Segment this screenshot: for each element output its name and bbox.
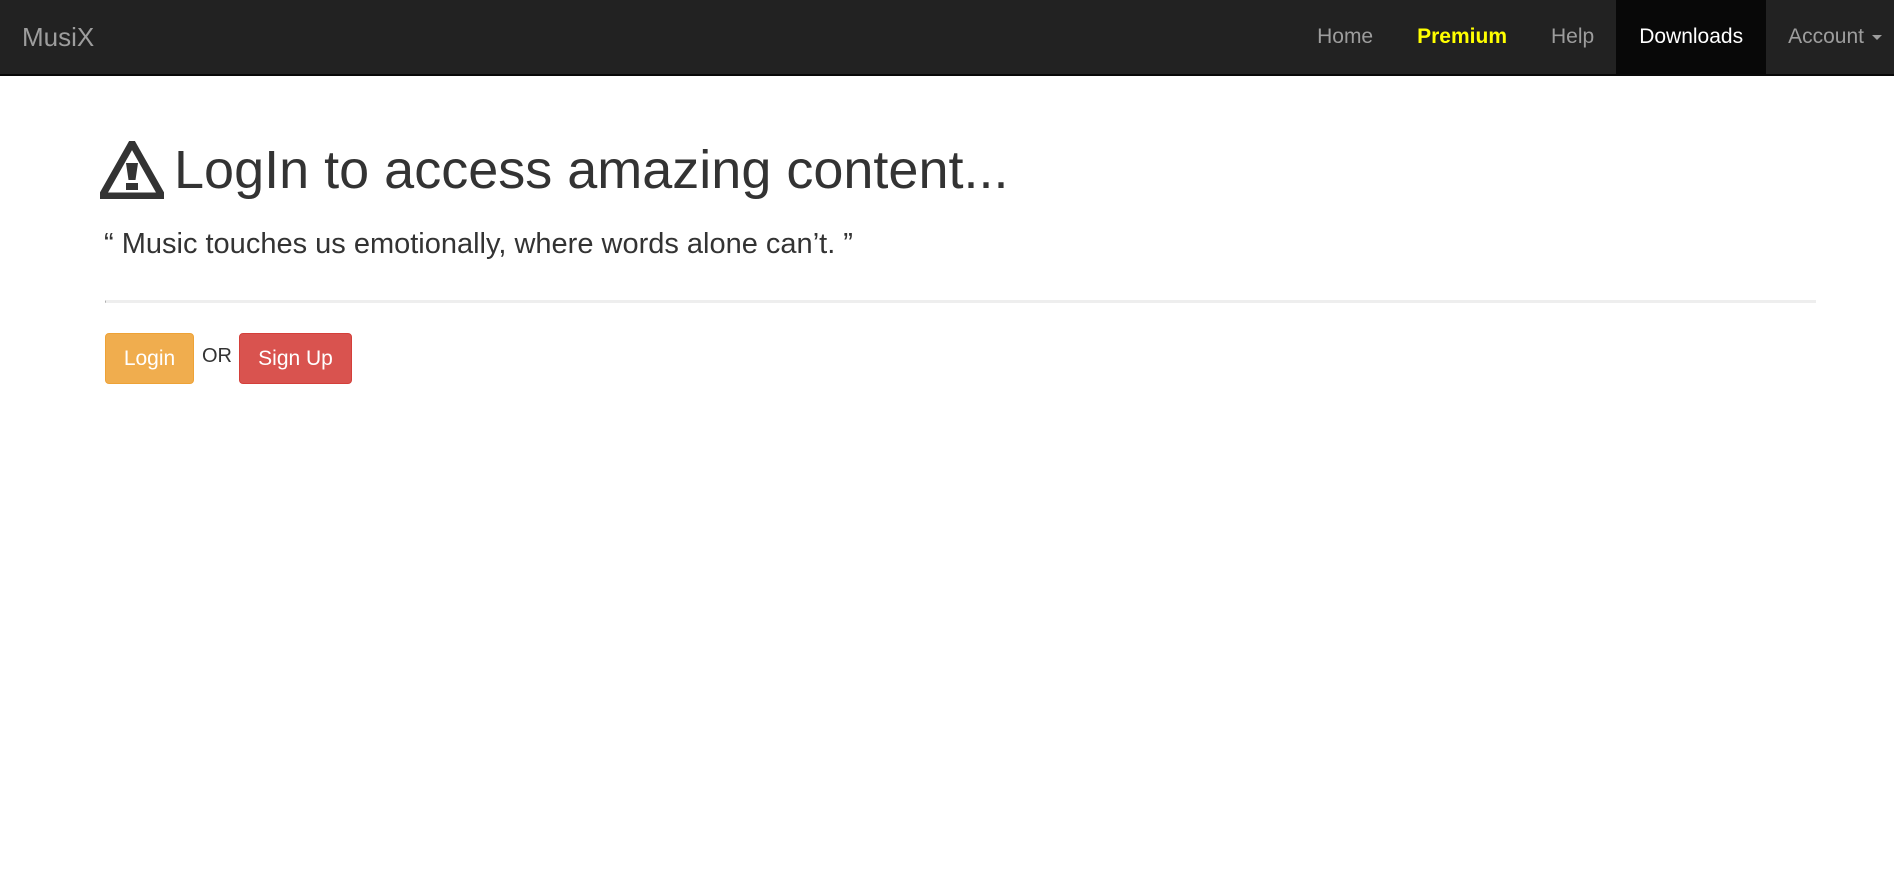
or-separator: OR (202, 345, 232, 367)
nav-premium[interactable]: Premium (1395, 0, 1529, 74)
nav-help[interactable]: Help (1529, 0, 1616, 74)
nav-account-label: Account (1788, 25, 1864, 48)
page-title-text: LogIn to access amazing content... (174, 140, 1009, 200)
login-button[interactable]: Login (105, 333, 194, 384)
signup-button[interactable]: Sign Up (239, 333, 352, 384)
auth-actions: Login OR Sign Up (105, 333, 352, 384)
login-prompt: LogIn to access amazing content... “ Mus… (100, 130, 1816, 262)
top-navbar: MusiX Home Premium Help Downloads Accoun… (0, 0, 1894, 76)
nav-links: Home Premium Help Downloads Account (1295, 0, 1894, 74)
quote-text: “ Music touches us emotionally, where wo… (104, 228, 853, 260)
brand-logo[interactable]: MusiX (22, 21, 94, 53)
caret-down-icon (1872, 34, 1882, 40)
divider (105, 300, 1816, 303)
page-title: LogIn to access amazing content... (100, 130, 1816, 210)
nav-home[interactable]: Home (1295, 0, 1395, 74)
warning-sign-icon (100, 141, 164, 199)
nav-downloads[interactable]: Downloads (1616, 0, 1767, 74)
nav-account-dropdown[interactable]: Account (1766, 0, 1894, 74)
